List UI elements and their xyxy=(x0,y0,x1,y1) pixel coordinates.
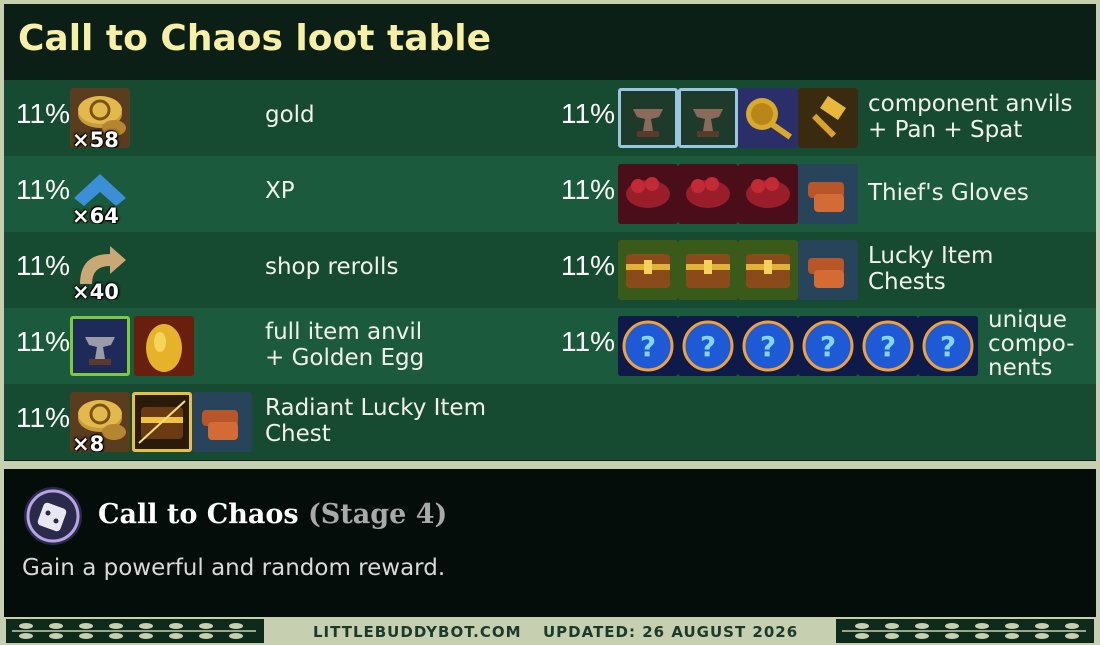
laurel-right-icon xyxy=(836,619,1094,643)
reroll-arrow-icon: ×40 xyxy=(70,240,130,300)
loot-label-line: Lucky Item xyxy=(868,243,994,269)
svg-text:?: ? xyxy=(880,330,896,363)
chance-percent: 11% xyxy=(16,402,70,433)
sparring-gloves-icon xyxy=(738,164,798,224)
loot-row: 11% ×58 gold 11% component anvils + Pan +… xyxy=(4,80,1096,156)
loot-label-line: XP xyxy=(265,178,295,204)
loot-label-line: full item anvil xyxy=(265,319,423,345)
item-count: ×40 xyxy=(72,280,119,300)
chance-percent: 11% xyxy=(561,174,615,205)
augment-name: Call to Chaos xyxy=(98,499,299,530)
sparring-gloves-icon xyxy=(618,164,678,224)
loot-label-line: compo- xyxy=(988,331,1075,357)
loot-label: gold xyxy=(265,102,315,128)
golden-egg-icon xyxy=(134,316,194,376)
lucky-chest-icon xyxy=(738,240,798,300)
svg-text:?: ? xyxy=(700,330,716,363)
item-component-icon xyxy=(798,240,858,300)
page-title: Call to Chaos loot table xyxy=(18,18,492,59)
site-url[interactable]: LITTLEBUDDYBOT.COM xyxy=(313,623,522,641)
loot-label-line: unique xyxy=(988,307,1067,333)
radiant-chest-icon xyxy=(132,392,192,452)
mystery-orb-icon: ? xyxy=(678,316,738,376)
mystery-orb-icon: ? xyxy=(738,316,798,376)
item-count: ×58 xyxy=(72,128,119,148)
augment-description: Gain a powerful and random reward. xyxy=(22,555,446,581)
item-count: ×8 xyxy=(72,432,105,452)
loot-label-line: Radiant Lucky Item xyxy=(265,395,486,421)
laurel-left-icon xyxy=(6,619,264,643)
gold-coins-icon: ×8 xyxy=(70,392,130,452)
loot-label: unique compo-nents xyxy=(988,308,1075,380)
mystery-orb-icon: ? xyxy=(618,316,678,376)
loot-row: 11% full item anvil + Golden Egg 11% ? ? … xyxy=(4,308,1096,384)
sparring-gloves-icon xyxy=(678,164,738,224)
augment-stage: (Stage 4) xyxy=(308,499,448,530)
xp-chevron-icon: ×64 xyxy=(70,164,130,224)
mystery-orb-icon: ? xyxy=(918,316,978,376)
svg-text:?: ? xyxy=(640,330,656,363)
mystery-orb-icon: ? xyxy=(798,316,858,376)
loot-label-line: gold xyxy=(265,102,315,128)
thiefs-gloves-icon xyxy=(798,164,858,224)
loot-label-line: Chests xyxy=(868,269,946,295)
chance-percent: 11% xyxy=(561,250,615,281)
frying-pan-icon xyxy=(738,88,798,148)
chaos-dice-icon xyxy=(22,485,84,547)
chance-percent: 11% xyxy=(561,98,615,129)
item-count: ×64 xyxy=(72,204,119,224)
loot-label-line: + Golden Egg xyxy=(265,345,425,371)
chance-percent: 11% xyxy=(16,174,70,205)
updated-date: UPDATED: 26 AUGUST 2026 xyxy=(543,623,799,641)
augment-title: Call to Chaos (Stage 4) xyxy=(98,499,447,530)
full-item-anvil-icon xyxy=(70,316,130,376)
loot-row: 11% ×64 XP 11% Thief's Gloves xyxy=(4,156,1096,232)
spatula-icon xyxy=(798,88,858,148)
loot-label: Radiant Lucky Item Chest xyxy=(265,395,486,447)
lucky-chest-icon xyxy=(618,240,678,300)
chance-percent: 11% xyxy=(16,326,70,357)
loot-label-line: Chest xyxy=(265,421,331,447)
loot-label-line: nents xyxy=(988,355,1053,381)
loot-label-line: component anvils xyxy=(868,91,1073,117)
augment-panel: Call to Chaos (Stage 4) Gain a powerful … xyxy=(4,469,1096,617)
component-anvil-icon xyxy=(678,88,738,148)
svg-text:?: ? xyxy=(760,330,776,363)
loot-label-line: Thief's Gloves xyxy=(868,180,1029,206)
loot-label: shop rerolls xyxy=(265,254,398,280)
chance-percent: 11% xyxy=(561,326,615,357)
gold-coins-icon: ×58 xyxy=(70,88,130,148)
loot-table-card: Call to Chaos loot table 11% ×58 gold 11… xyxy=(0,0,1100,645)
loot-row: 11% ×40 shop rerolls 11% Lucky Item Chest… xyxy=(4,232,1096,308)
loot-label: Lucky Item Chests xyxy=(868,243,993,295)
loot-row: 11% ×8 Radiant Lucky Item Chest xyxy=(4,384,1096,460)
component-anvil-icon xyxy=(618,88,678,148)
component-icon xyxy=(192,392,252,452)
loot-label: full item anvil + Golden Egg xyxy=(265,319,424,371)
loot-label-line: shop rerolls xyxy=(265,254,399,280)
lucky-chest-icon xyxy=(678,240,738,300)
loot-label: component anvils + Pan + Spat xyxy=(868,91,1072,143)
loot-label: Thief's Gloves xyxy=(868,180,1029,206)
svg-text:?: ? xyxy=(940,330,956,363)
svg-text:?: ? xyxy=(820,330,836,363)
mystery-orb-icon: ? xyxy=(858,316,918,376)
loot-label: XP xyxy=(265,178,295,204)
loot-label-line: + Pan + Spat xyxy=(868,117,1023,143)
chance-percent: 11% xyxy=(16,250,70,281)
footer: LITTLEBUDDYBOT.COM UPDATED: 26 AUGUST 20… xyxy=(0,617,1100,645)
chance-percent: 11% xyxy=(16,98,70,129)
